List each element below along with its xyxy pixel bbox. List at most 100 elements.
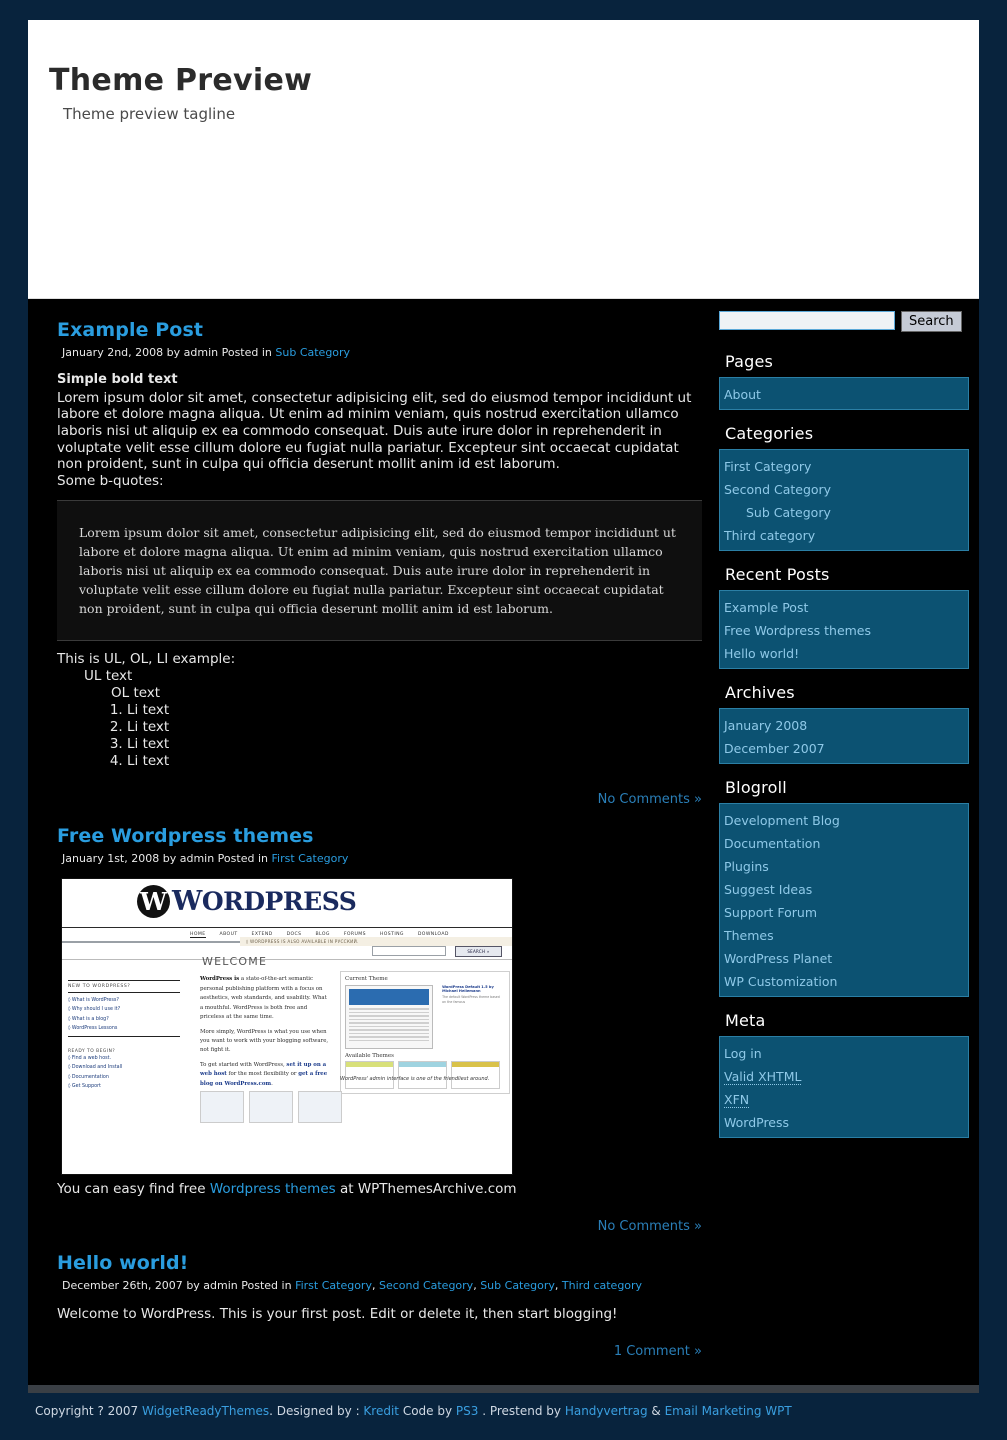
wp-link: ◊ What is a blog? [68,1016,109,1022]
widget-link[interactable]: January 2008 [724,718,807,733]
widget-link[interactable]: Plugins [724,859,769,874]
post-category-link[interactable]: First Category [271,852,348,865]
footer-link-email-marketing[interactable]: Email Marketing WPT [665,1404,792,1418]
post-title[interactable]: Example Post [57,319,702,341]
widget-link[interactable]: Free Wordpress themes [724,623,871,638]
post-title-link[interactable]: Example Post [57,319,203,341]
widget-link[interactable]: Support Forum [724,905,817,920]
wp-bottom-thumb [298,1091,342,1124]
post-title[interactable]: Free Wordpress themes [57,825,702,847]
widget-link[interactable]: Suggest Ideas [724,882,812,897]
footer-text: . Designed by : [269,1404,364,1418]
list-item[interactable]: WP Customization [720,969,968,992]
list-item[interactable]: About [720,382,968,405]
post-title[interactable]: Hello world! [57,1252,702,1274]
wp-link: ◊ Documentation [68,1074,109,1080]
list-item[interactable]: Free Wordpress themes [720,618,968,641]
wp-newto-links: ◊ What is WordPress? ◊ Why should I use … [68,996,180,1032]
widget-link[interactable]: Third category [724,528,815,543]
post-title-link[interactable]: Hello world! [57,1252,188,1274]
sep: , [554,1279,559,1293]
comments-link[interactable]: No Comments » [598,792,702,807]
ol-text: OL text [111,684,161,701]
widget-link[interactable]: Sub Category [746,505,831,520]
wp-available-title: Available Themes [345,1053,394,1060]
wp-link: ◊ WordPress Lessons [68,1025,118,1031]
widget-title: Recent Posts [725,565,830,584]
post-category-link[interactable]: Third category [562,1279,642,1292]
wp-welcome-heading: WELCOME [202,955,268,969]
list-item[interactable]: WordPress Planet [720,946,968,969]
list-item[interactable]: December 2007 [720,736,968,759]
list-item[interactable]: Log in [720,1041,968,1064]
post-body: Welcome to WordPress. This is your first… [57,1306,702,1323]
list-item[interactable]: Sub Category [720,500,968,523]
widget-list: Development Blog Documentation Plugins S… [719,803,969,997]
list-item[interactable]: Documentation [720,831,968,854]
post-date: January 2nd, 2008 [62,346,164,359]
wordpress-logo-icon: W [137,885,170,919]
post-category-link[interactable]: Second Category [379,1279,473,1292]
wp-search-button: SEARCH » [455,946,502,958]
widget-link[interactable]: Themes [724,928,774,943]
list-item[interactable]: XFN [720,1087,968,1110]
list-item[interactable]: Second Category [720,477,968,500]
comments-link[interactable]: 1 Comment » [614,1344,702,1359]
wp-theme-name: WordPress Default 1.5 by Michael Heilema… [442,985,494,994]
list-item[interactable]: First Category [720,454,968,477]
comments-link[interactable]: No Comments » [598,1219,702,1234]
search-input[interactable] [719,311,895,330]
wordpress-themes-link[interactable]: Wordpress themes [210,1181,336,1197]
footer-link-handyvertrag[interactable]: Handyvertrag [565,1404,648,1418]
list-item[interactable]: Themes [720,923,968,946]
post-title-link[interactable]: Free Wordpress themes [57,825,314,847]
widget-link[interactable]: WP Customization [724,974,837,989]
widget-link[interactable]: December 2007 [724,741,825,756]
widget-list: About [719,377,969,410]
widget-link-abbr[interactable]: Valid XHTML [724,1069,802,1085]
list-item[interactable]: January 2008 [720,713,968,736]
widget-link[interactable]: First Category [724,459,811,474]
footer-link-ps3[interactable]: PS3 [456,1404,479,1418]
widget-link[interactable]: WordPress Planet [724,951,832,966]
page-title: Theme Preview [49,63,313,98]
widget-link[interactable]: About [724,387,761,402]
widget-link[interactable]: Documentation [724,836,820,851]
comments-link-wrap: No Comments » [57,792,702,807]
post-category-link[interactable]: Sub Category [275,346,350,359]
post-category-link[interactable]: Sub Category [480,1279,555,1292]
widget-meta: Meta Log in Valid XHTML XFN WordPress [719,1011,969,1138]
list-item[interactable]: Plugins [720,854,968,877]
list-item[interactable]: Suggest Ideas [720,877,968,900]
widget-list: Log in Valid XHTML XFN WordPress [719,1036,969,1138]
footer-link-widgetreadythemes[interactable]: WidgetReadyThemes [142,1404,269,1418]
list-item[interactable]: Example Post [720,595,968,618]
sep: , [473,1279,477,1293]
wp-logo: W WORDPRESS [137,885,357,919]
wp-middle-column: WordPress is a state-of-the-art semantic… [200,975,330,1089]
list-item[interactable]: WordPress [720,1110,968,1133]
widget-link[interactable]: Development Blog [724,813,840,828]
post-example-post: Example Post January 2nd, 2008 by admin … [57,319,702,807]
widget-link[interactable]: Second Category [724,482,831,497]
post-body: Simple bold text Lorem ipsum dolor sit a… [57,372,702,770]
list-item[interactable]: Support Forum [720,900,968,923]
widget-link[interactable]: Example Post [724,600,808,615]
wp-bottom-thumbs [200,1091,342,1124]
post-category-link[interactable]: First Category [295,1279,372,1292]
main-wrapper: Example Post January 2nd, 2008 by admin … [28,299,979,1385]
widget-link[interactable]: WordPress [724,1115,789,1130]
list-item[interactable]: Hello world! [720,641,968,664]
list-item[interactable]: Third category [720,523,968,546]
widget-link[interactable]: Hello world! [724,646,799,661]
footer-text: . Prestend by [478,1404,565,1418]
footer-link-kredit[interactable]: Kredit [363,1404,399,1418]
content-column: Example Post January 2nd, 2008 by admin … [57,311,702,1377]
widget-link[interactable]: Log in [724,1046,762,1061]
widget-link-abbr[interactable]: XFN [724,1092,750,1108]
list-item[interactable]: Development Blog [720,808,968,831]
search-button[interactable]: Search [901,311,962,332]
wp-body-p2: More simply, WordPress is what you use w… [200,1028,329,1054]
post-date: December 26th, 2007 [62,1279,183,1293]
list-item[interactable]: Valid XHTML [720,1064,968,1087]
